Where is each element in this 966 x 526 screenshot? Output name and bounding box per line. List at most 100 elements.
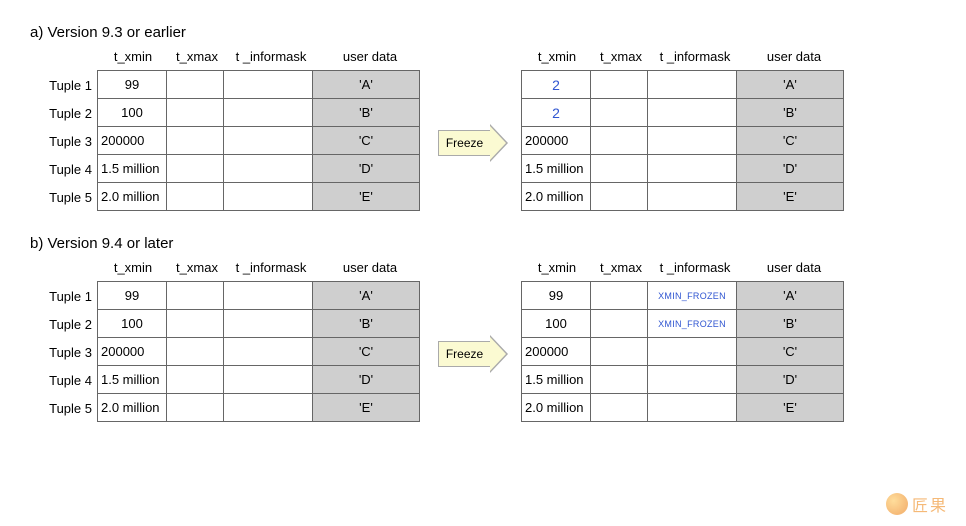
cell-xmax <box>166 182 224 211</box>
col-header-user: user data <box>740 260 848 282</box>
table-row: 99 XMIN_FROZEN 'A' <box>522 282 848 310</box>
table-row: 2.0 million 'E' <box>98 394 424 422</box>
table-row: 1.5 million 'D' <box>98 155 424 183</box>
cell-user: 'B' <box>312 98 420 127</box>
cell-info <box>647 182 737 211</box>
table-b-left-block: Tuple 1 Tuple 2 Tuple 3 Tuple 4 Tuple 5 … <box>30 260 424 422</box>
cell-user: 'A' <box>736 70 844 99</box>
tuple-label: Tuple 5 <box>30 394 92 422</box>
col-header-xmin: t_xmin <box>98 49 168 71</box>
cell-user: 'B' <box>312 309 420 338</box>
table-row: 200000 'C' <box>98 127 424 155</box>
cell-user: 'A' <box>312 281 420 310</box>
tuple-table-a-left: t_xmin t_xmax t _informask user data 99 … <box>98 49 424 211</box>
tuple-label: Tuple 3 <box>30 338 92 366</box>
cell-info <box>223 98 313 127</box>
cell-user: 'C' <box>312 337 420 366</box>
section-a-title: a) Version 9.3 or earlier <box>30 24 936 41</box>
col-header-info: t _informask <box>226 260 316 282</box>
cell-xmin: 100 <box>97 98 167 127</box>
cell-xmax <box>166 126 224 155</box>
cell-xmin-frozen: 2 <box>521 98 591 127</box>
cell-xmin: 2.0 million <box>521 182 591 211</box>
cell-user: 'E' <box>736 182 844 211</box>
table-a-left-block: Tuple 1 Tuple 2 Tuple 3 Tuple 4 Tuple 5 … <box>30 49 424 211</box>
cell-xmax <box>590 393 648 422</box>
cell-xmin-frozen: 2 <box>521 70 591 99</box>
arrow-head-icon <box>490 335 508 373</box>
cell-xmin: 1.5 million <box>97 154 167 183</box>
cell-info <box>647 365 737 394</box>
table-row: 200000 'C' <box>522 127 848 155</box>
cell-user: 'E' <box>312 182 420 211</box>
tuple-label: Tuple 5 <box>30 183 92 211</box>
cell-xmax <box>166 70 224 99</box>
cell-info <box>223 337 313 366</box>
cell-user: 'D' <box>736 154 844 183</box>
cell-info-frozen: XMIN_FROZEN <box>647 281 737 310</box>
tuple-table-b-right: t_xmin t_xmax t _informask user data 99 … <box>522 260 848 422</box>
cell-xmin: 200000 <box>521 126 591 155</box>
tuple-label: Tuple 4 <box>30 155 92 183</box>
cell-info <box>223 309 313 338</box>
cell-info <box>647 70 737 99</box>
table-b-right-block: t_xmin t_xmax t _informask user data 99 … <box>522 260 848 422</box>
cell-user: 'D' <box>312 365 420 394</box>
table-row: 100 'B' <box>98 310 424 338</box>
cell-user: 'D' <box>312 154 420 183</box>
cell-xmin: 200000 <box>97 126 167 155</box>
cell-xmax <box>590 309 648 338</box>
section-a-diagram: Tuple 1 Tuple 2 Tuple 3 Tuple 4 Tuple 5 … <box>30 49 936 211</box>
cell-xmin: 100 <box>521 309 591 338</box>
table-row: 99 'A' <box>98 282 424 310</box>
cell-info <box>647 393 737 422</box>
cell-info <box>223 126 313 155</box>
table-row: 1.5 million 'D' <box>522 155 848 183</box>
table-row: 100 'B' <box>98 99 424 127</box>
section-b-diagram: Tuple 1 Tuple 2 Tuple 3 Tuple 4 Tuple 5 … <box>30 260 936 422</box>
tuple-table-a-right: t_xmin t_xmax t _informask user data 2 '… <box>522 49 848 211</box>
col-header-xmax: t_xmax <box>592 260 650 282</box>
tuple-label: Tuple 4 <box>30 366 92 394</box>
cell-xmin: 2.0 million <box>97 393 167 422</box>
col-header-user: user data <box>740 49 848 71</box>
table-row: 2.0 million 'E' <box>98 183 424 211</box>
col-header-user: user data <box>316 260 424 282</box>
tuple-label: Tuple 1 <box>30 282 92 310</box>
cell-xmax <box>166 154 224 183</box>
cell-info <box>223 365 313 394</box>
cell-xmin: 200000 <box>521 337 591 366</box>
cell-info <box>647 126 737 155</box>
col-header-xmax: t_xmax <box>168 260 226 282</box>
freeze-label: Freeze <box>438 341 490 367</box>
watermark-icon <box>886 493 908 515</box>
cell-xmax <box>590 337 648 366</box>
cell-xmin: 200000 <box>97 337 167 366</box>
table-a-right-block: t_xmin t_xmax t _informask user data 2 '… <box>522 49 848 211</box>
cell-user: 'C' <box>736 126 844 155</box>
cell-xmin: 99 <box>97 70 167 99</box>
row-labels: Tuple 1 Tuple 2 Tuple 3 Tuple 4 Tuple 5 <box>30 71 92 211</box>
col-header-xmin: t_xmin <box>522 49 592 71</box>
table-row: 2 'A' <box>522 71 848 99</box>
table-row: 99 'A' <box>98 71 424 99</box>
cell-info <box>223 281 313 310</box>
cell-xmin: 1.5 million <box>521 154 591 183</box>
cell-info <box>647 337 737 366</box>
cell-xmax <box>166 393 224 422</box>
watermark-text: 匠果 <box>912 492 948 516</box>
cell-user: 'E' <box>312 393 420 422</box>
tuple-label: Tuple 1 <box>30 71 92 99</box>
table-row: 1.5 million 'D' <box>98 366 424 394</box>
tuple-table-b-left: t_xmin t_xmax t _informask user data 99 … <box>98 260 424 422</box>
freeze-arrow: Freeze <box>438 335 508 373</box>
col-header-info: t _informask <box>226 49 316 71</box>
cell-xmax <box>590 281 648 310</box>
col-header-xmin: t_xmin <box>98 260 168 282</box>
cell-xmin: 1.5 million <box>521 365 591 394</box>
cell-xmax <box>590 154 648 183</box>
cell-info-frozen: XMIN_FROZEN <box>647 309 737 338</box>
cell-xmax <box>590 70 648 99</box>
cell-info <box>223 70 313 99</box>
col-header-info: t _informask <box>650 49 740 71</box>
